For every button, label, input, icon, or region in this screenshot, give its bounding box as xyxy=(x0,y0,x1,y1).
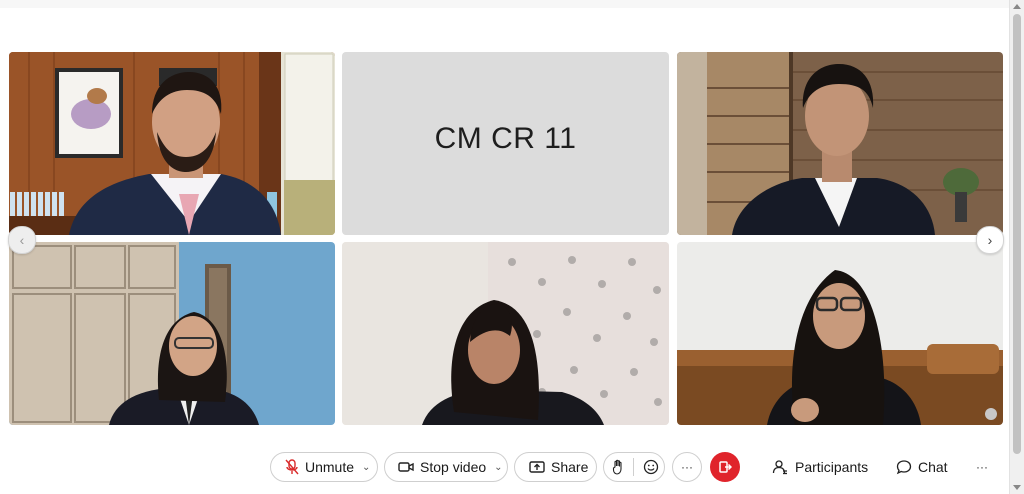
participants-icon xyxy=(772,460,787,475)
scroll-up-arrow-icon[interactable] xyxy=(1013,4,1021,9)
video-tile-3[interactable] xyxy=(677,52,1003,235)
hand-and-reactions-group xyxy=(603,452,665,482)
leave-meeting-icon xyxy=(719,461,732,473)
chevron-right-icon: › xyxy=(987,232,993,248)
chat-button[interactable]: Chat xyxy=(896,452,948,482)
overflow-menu-button[interactable]: ··· xyxy=(976,452,988,482)
scrollbar-thumb[interactable] xyxy=(1013,14,1021,454)
more-options-button[interactable]: ··· xyxy=(672,452,702,482)
window-top-strip xyxy=(0,0,1010,8)
video-tile-4[interactable] xyxy=(9,242,335,425)
button-separator xyxy=(633,458,634,476)
video-tile-5[interactable] xyxy=(342,242,669,425)
chevron-down-icon[interactable]: ⌄ xyxy=(362,462,370,473)
share-label: Share xyxy=(551,459,589,475)
more-options-label: ··· xyxy=(681,460,693,474)
video-tile-placeholder[interactable]: CM CR 11 xyxy=(342,52,669,235)
stop-video-label: Stop video xyxy=(420,459,487,475)
overflow-menu-label: ··· xyxy=(976,460,988,474)
video-tile-6[interactable] xyxy=(677,242,1003,425)
stop-video-button[interactable]: Stop video ⌄ xyxy=(384,452,508,482)
participants-label: Participants xyxy=(795,459,869,475)
participant-video-feed xyxy=(9,242,335,425)
previous-page-button[interactable]: ‹ xyxy=(8,226,36,254)
share-screen-icon xyxy=(529,461,545,473)
chat-label: Chat xyxy=(918,459,948,475)
unmute-button[interactable]: Unmute ⌄ xyxy=(270,452,378,482)
chevron-left-icon: ‹ xyxy=(19,232,25,248)
next-page-button[interactable]: › xyxy=(976,226,1004,254)
vertical-scrollbar[interactable] xyxy=(1009,0,1024,494)
meeting-controls-bar: Unmute ⌄ Stop video ⌄ Share ··· Particip… xyxy=(0,450,1010,486)
chevron-down-icon[interactable]: ⌄ xyxy=(494,462,502,473)
chat-bubble-icon xyxy=(896,460,912,475)
video-tile-1[interactable] xyxy=(9,52,335,235)
reactions-icon[interactable] xyxy=(643,459,659,475)
participant-video-feed xyxy=(9,52,335,235)
raise-hand-icon[interactable] xyxy=(612,459,624,475)
participant-name: CM CR 11 xyxy=(434,122,577,155)
video-camera-icon xyxy=(398,462,414,472)
share-button[interactable]: Share xyxy=(514,452,597,482)
scroll-down-arrow-icon[interactable] xyxy=(1013,485,1021,490)
mic-muted-icon xyxy=(285,459,299,475)
participant-video-feed xyxy=(677,52,1003,235)
leave-meeting-button[interactable] xyxy=(710,452,740,482)
participant-video-feed xyxy=(342,242,669,425)
unmute-label: Unmute xyxy=(305,459,355,475)
participant-video-feed xyxy=(677,242,1003,425)
participants-button[interactable]: Participants xyxy=(772,452,868,482)
